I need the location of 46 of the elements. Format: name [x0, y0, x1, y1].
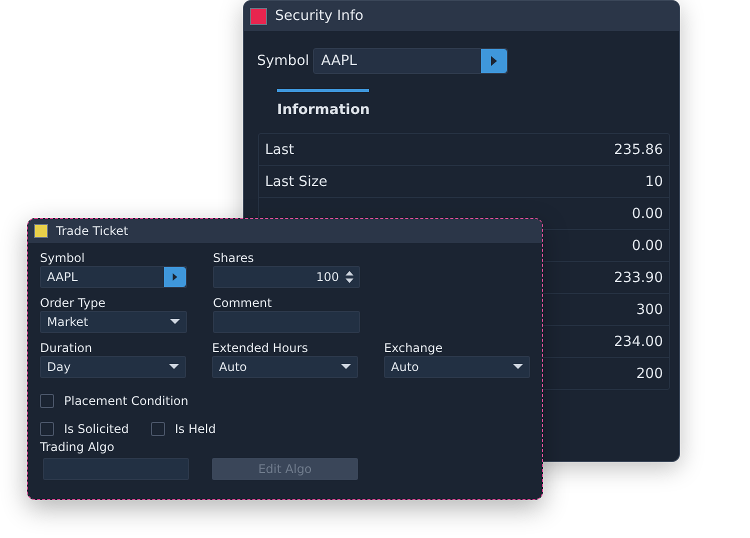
shares-spinner[interactable]: 100 — [213, 266, 360, 288]
go-button[interactable] — [481, 49, 508, 73]
checkbox-label: Is Held — [174, 422, 216, 436]
go-button[interactable] — [164, 267, 186, 287]
checkbox[interactable] — [40, 422, 54, 436]
comment-field[interactable] — [213, 311, 360, 333]
field-label: Comment — [213, 296, 273, 310]
table-cell: 300 — [636, 302, 663, 318]
table-cell: 235.86 — [614, 142, 663, 158]
field-label: Extended Hours — [212, 341, 309, 355]
information-tab[interactable]: Information — [277, 89, 369, 123]
play-icon — [490, 56, 498, 66]
table-cell: 0.00 — [632, 238, 663, 254]
field-label: Shares — [213, 251, 255, 265]
caret-icon — [341, 364, 351, 370]
symbol-label: Symbol — [257, 53, 310, 69]
table-cell-text: Last Size — [265, 174, 328, 190]
field-label: Exchange — [384, 341, 444, 355]
symbol-field[interactable]: AAPL — [40, 266, 187, 288]
caret-icon — [170, 319, 180, 325]
play-icon — [172, 273, 178, 281]
field-label: Symbol — [40, 251, 86, 265]
table-cell: 234.00 — [614, 334, 663, 350]
dropdown[interactable]: Day — [40, 356, 186, 378]
table-cell: 10 — [645, 174, 663, 190]
caret-icon — [513, 364, 523, 370]
dropdown[interactable]: Auto — [384, 356, 530, 378]
spinner-arrows-icon[interactable] — [345, 270, 354, 284]
checkbox[interactable] — [40, 394, 54, 408]
table-cell: 200 — [636, 366, 663, 382]
field-label: Duration — [40, 341, 94, 355]
table-cell-text: Last — [265, 142, 296, 158]
table-cell: 233.90 — [614, 270, 663, 286]
window-title: Trade Ticket — [56, 224, 128, 238]
checkbox-label: Is Solicited — [64, 422, 129, 436]
field-label: Trading Algo — [40, 440, 116, 454]
symbol-field[interactable]: AAPL — [313, 48, 508, 74]
dropdown[interactable]: Auto — [212, 356, 358, 378]
dropdown[interactable]: Market — [40, 311, 187, 333]
window-title: Security Info — [275, 8, 364, 24]
checkbox-label: Placement Condition — [64, 394, 188, 408]
algo-field[interactable] — [43, 458, 189, 480]
caret-icon — [169, 364, 179, 370]
field-label: Order Type — [40, 296, 106, 310]
checkbox[interactable] — [150, 422, 165, 436]
table-cell: 0.00 — [632, 206, 663, 222]
